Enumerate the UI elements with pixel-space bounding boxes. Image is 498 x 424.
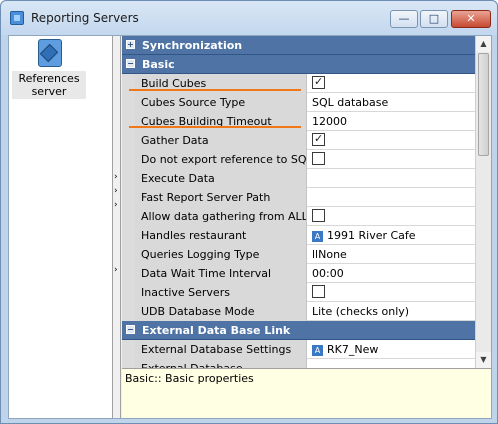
property-value[interactable]: 12000 xyxy=(308,112,475,131)
property-name: Execute Data xyxy=(135,169,307,188)
collapse-icon[interactable]: − xyxy=(126,325,135,334)
highlight-underline xyxy=(129,126,301,128)
property-name: UDB Database Mode xyxy=(135,302,307,321)
property-value[interactable] xyxy=(308,150,475,169)
property-name: Handles restaurant xyxy=(135,226,307,245)
property-name: Gather Data xyxy=(135,131,307,150)
client-area: References server › › › › + Synchronizat… xyxy=(8,35,492,419)
vertical-scrollbar[interactable]: ▲ ▼ xyxy=(475,36,491,368)
property-name: External Database ... xyxy=(135,359,307,368)
property-row-gather-data[interactable]: Gather Data xyxy=(122,131,475,150)
property-row-udb-database-mode[interactable]: UDB Database Mode Lite (checks only) xyxy=(122,302,475,321)
property-row-cubes-building-timeout[interactable]: Cubes Building Timeout 12000 xyxy=(122,112,475,131)
property-value[interactable] xyxy=(308,169,475,188)
collapse-icon[interactable]: − xyxy=(126,59,135,68)
reference-list: References server xyxy=(9,36,113,418)
title-bar[interactable]: Reporting Servers — □ ✕ xyxy=(1,1,497,35)
category-basic[interactable]: − Basic xyxy=(122,55,475,74)
chevron-right-icon[interactable]: › xyxy=(114,266,118,275)
allow-data-gathering-checkbox[interactable] xyxy=(312,209,325,222)
property-row-external-database-partial[interactable]: External Database ... xyxy=(122,359,475,368)
chevron-right-icon[interactable]: › xyxy=(114,187,118,196)
property-name: Inactive Servers xyxy=(135,283,307,302)
chevron-right-icon[interactable]: › xyxy=(114,201,118,210)
reporting-servers-window: Reporting Servers — □ ✕ References serve… xyxy=(0,0,498,424)
scroll-thumb[interactable] xyxy=(478,53,489,156)
property-value[interactable]: SQL database xyxy=(308,93,475,112)
references-server-label: References server xyxy=(12,71,86,99)
reference-icon: A xyxy=(312,230,323,242)
inactive-servers-checkbox[interactable] xyxy=(312,285,325,298)
property-row-inactive-servers[interactable]: Inactive Servers xyxy=(122,283,475,302)
property-name: Cubes Source Type xyxy=(135,93,307,112)
property-description-panel: Basic:: Basic properties xyxy=(122,368,491,418)
minimize-button[interactable]: — xyxy=(390,10,418,28)
expand-icon[interactable]: + xyxy=(126,40,135,49)
scroll-up-icon[interactable]: ▲ xyxy=(476,36,491,52)
category-external-data-base-link[interactable]: − External Data Base Link xyxy=(122,321,475,340)
property-row-do-not-export-reference[interactable]: Do not export reference to SQL xyxy=(122,150,475,169)
do-not-export-checkbox[interactable] xyxy=(312,152,325,165)
gather-data-checkbox[interactable] xyxy=(312,132,325,146)
reference-icon: A xyxy=(312,344,323,356)
property-row-cubes-source-type[interactable]: Cubes Source Type SQL database xyxy=(122,93,475,112)
build-cubes-checkbox[interactable] xyxy=(312,75,325,89)
property-row-data-wait-time-interval[interactable]: Data Wait Time Interval 00:00 xyxy=(122,264,475,283)
property-description-text: Basic:: Basic properties xyxy=(125,372,254,385)
property-name: Cubes Building Timeout xyxy=(135,112,307,131)
category-label: Basic xyxy=(142,58,175,71)
property-value[interactable] xyxy=(308,283,475,302)
property-name: External Database Settings xyxy=(135,340,307,359)
property-value[interactable] xyxy=(308,131,475,150)
category-label: External Data Base Link xyxy=(142,324,291,337)
property-value[interactable]: A RK7_New xyxy=(308,340,475,359)
property-grid: + Synchronization − Basic Build Cubes Cu… xyxy=(122,36,491,368)
property-row-allow-data-gathering[interactable]: Allow data gathering from ALL resta xyxy=(122,207,475,226)
property-row-handles-restaurant[interactable]: Handles restaurant A 1991 River Cafe xyxy=(122,226,475,245)
property-value[interactable] xyxy=(308,188,475,207)
app-icon xyxy=(10,11,24,25)
scroll-down-icon[interactable]: ▼ xyxy=(476,352,491,368)
property-name: Queries Logging Type xyxy=(135,245,307,264)
property-value[interactable]: llNone xyxy=(308,245,475,264)
property-name: Data Wait Time Interval xyxy=(135,264,307,283)
references-server-item[interactable]: References server xyxy=(12,39,86,101)
window-title: Reporting Servers xyxy=(31,11,139,25)
pane-splitter[interactable]: › › › › xyxy=(113,36,121,418)
maximize-button[interactable]: □ xyxy=(420,10,448,28)
close-button[interactable]: ✕ xyxy=(451,10,491,28)
property-name: Allow data gathering from ALL resta xyxy=(135,207,307,226)
property-value[interactable]: Lite (checks only) xyxy=(308,302,475,321)
property-value[interactable] xyxy=(308,207,475,226)
property-value[interactable]: A 1991 River Cafe xyxy=(308,226,475,245)
property-row-external-database-settings[interactable]: External Database Settings A RK7_New xyxy=(122,340,475,359)
property-value[interactable] xyxy=(308,359,475,368)
property-name: Do not export reference to SQL xyxy=(135,150,307,169)
highlight-underline xyxy=(129,89,301,91)
property-row-fast-report-server-path[interactable]: Fast Report Server Path xyxy=(122,188,475,207)
property-row-queries-logging-type[interactable]: Queries Logging Type llNone xyxy=(122,245,475,264)
property-value[interactable] xyxy=(308,74,475,93)
server-cube-icon xyxy=(36,39,62,69)
category-label: Synchronization xyxy=(142,39,243,52)
property-value[interactable]: 00:00 xyxy=(308,264,475,283)
property-row-execute-data[interactable]: Execute Data xyxy=(122,169,475,188)
property-name: Fast Report Server Path xyxy=(135,188,307,207)
chevron-right-icon[interactable]: › xyxy=(114,173,118,182)
category-synchronization[interactable]: + Synchronization xyxy=(122,36,475,55)
